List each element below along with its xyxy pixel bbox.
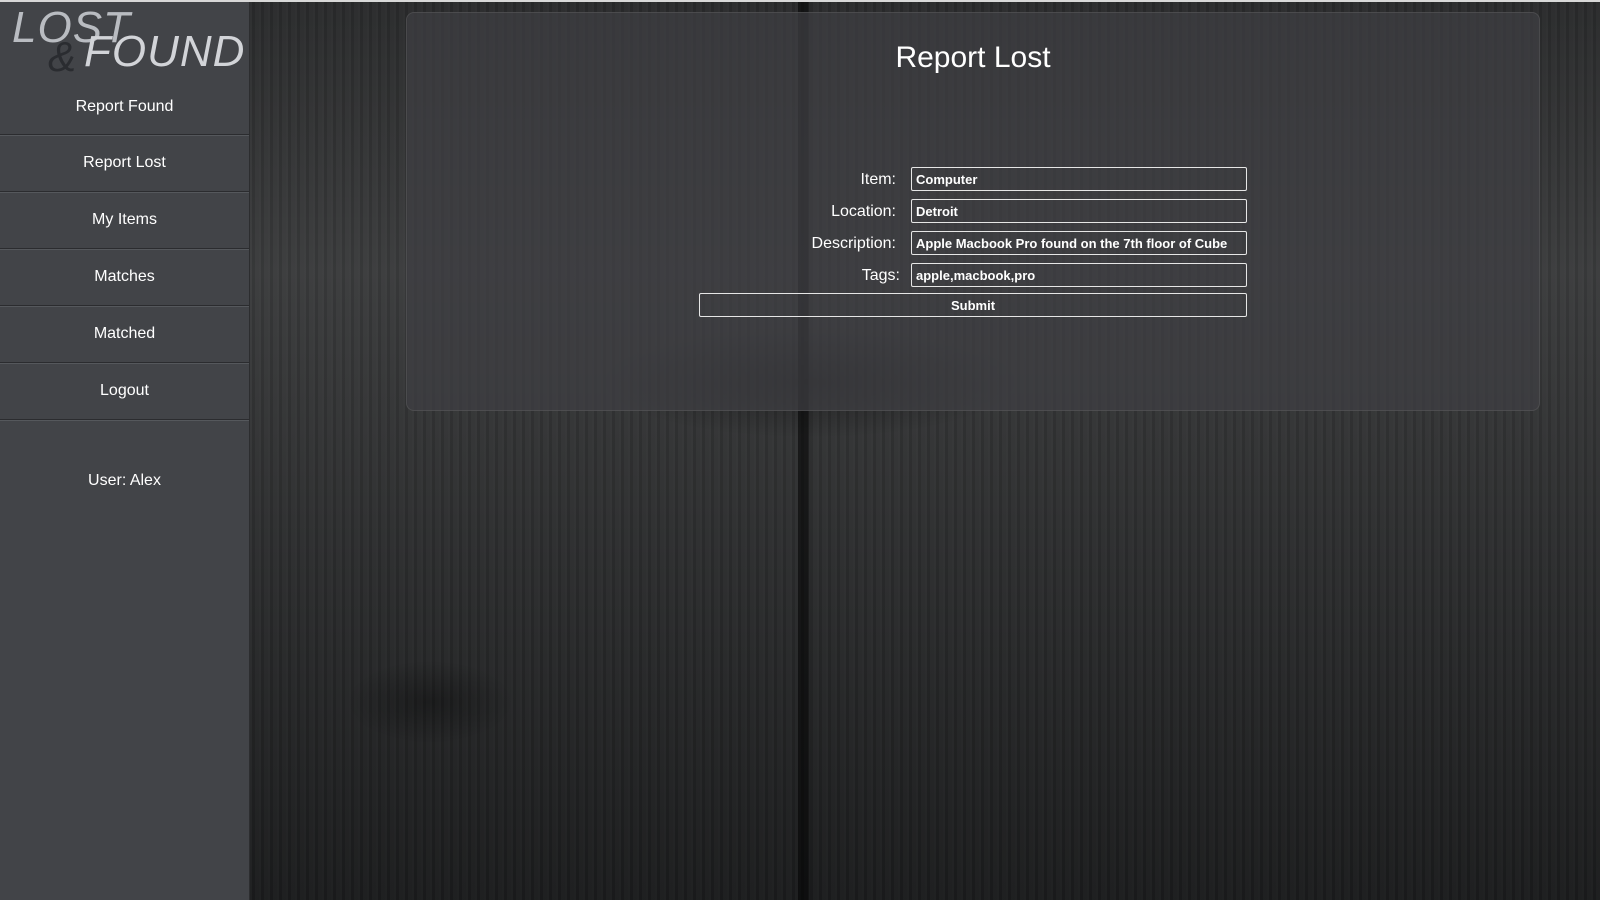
sidebar-item-report-found[interactable]: Report Found <box>0 80 249 135</box>
logo-found-text: FOUND <box>84 27 246 76</box>
current-user: User: Alex <box>88 472 161 489</box>
top-border <box>0 0 1600 2</box>
location-label: Location: <box>831 203 896 220</box>
report-lost-panel: Report Lost Item: Location: Description:… <box>406 12 1540 411</box>
description-input[interactable] <box>911 231 1247 255</box>
description-row: Description: <box>407 231 1539 255</box>
location-input[interactable] <box>911 199 1247 223</box>
sidebar-item-matched[interactable]: Matched <box>0 306 249 363</box>
tags-input[interactable] <box>911 263 1247 287</box>
sidebar-nav: Report Found Report Lost My Items Matche… <box>0 80 249 420</box>
item-row: Item: <box>407 167 1539 191</box>
description-label: Description: <box>811 235 896 252</box>
tags-row: Tags: <box>407 263 1539 287</box>
logo-ampersand: & <box>48 33 77 80</box>
sidebar: LOST & FOUND Report Found Report Lost My… <box>0 0 250 900</box>
sidebar-item-logout[interactable]: Logout <box>0 363 249 420</box>
lost-and-found-logo: LOST & FOUND <box>0 0 250 80</box>
sidebar-item-report-lost[interactable]: Report Lost <box>0 135 249 192</box>
item-input[interactable] <box>911 167 1247 191</box>
sidebar-item-matches[interactable]: Matches <box>0 249 249 306</box>
sidebar-item-my-items[interactable]: My Items <box>0 192 249 249</box>
tags-label: Tags: <box>861 267 900 284</box>
item-label: Item: <box>860 171 896 188</box>
submit-button[interactable]: Submit <box>699 293 1247 317</box>
location-row: Location: <box>407 199 1539 223</box>
page-title: Report Lost <box>895 41 1051 74</box>
